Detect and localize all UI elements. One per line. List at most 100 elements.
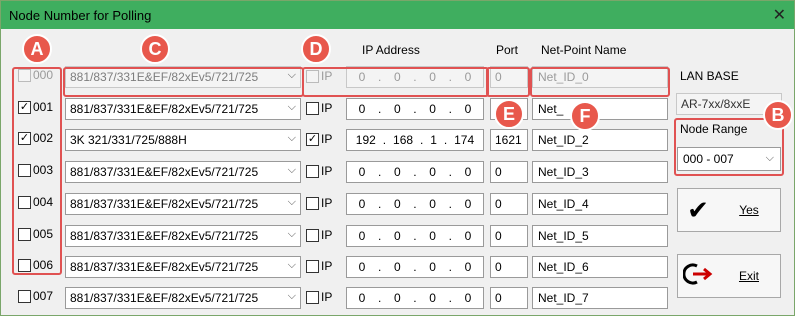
ip-octet-1: 192 bbox=[355, 133, 376, 147]
ip-octet-3: 0 bbox=[429, 197, 436, 211]
checkbox-box[interactable] bbox=[306, 228, 319, 242]
window-title: Node Number for Polling bbox=[9, 7, 152, 23]
ip-octet-1: 0 bbox=[358, 291, 366, 305]
chevron-down-icon: ⌵ bbox=[287, 196, 296, 208]
port-field[interactable]: 0 bbox=[490, 225, 528, 247]
checkbox-box[interactable] bbox=[306, 290, 319, 304]
port-field[interactable]: 0 bbox=[490, 287, 528, 309]
net-point-name-field[interactable]: Net_ID_2 bbox=[532, 129, 668, 151]
exit-icon bbox=[678, 262, 718, 290]
port-field[interactable]: 0 bbox=[490, 193, 528, 215]
exit-button-label: Exit bbox=[738, 269, 759, 283]
callout-e: E bbox=[494, 99, 524, 129]
ip-octet-4: 0 bbox=[464, 102, 472, 116]
ip-address-field[interactable]: 0.0.0.0 bbox=[346, 225, 484, 247]
node-enable-checkbox[interactable]: 007 bbox=[18, 289, 53, 303]
exit-button[interactable]: Exit bbox=[677, 254, 781, 298]
module-type-value: 881/837/331E&EF/82xEv5/721/725 bbox=[70, 165, 259, 179]
title-bar: Node Number for Polling ✕ bbox=[1, 1, 794, 29]
module-type-value: 881/837/331E&EF/82xEv5/721/725 bbox=[70, 229, 259, 243]
checkbox-box[interactable] bbox=[306, 164, 319, 178]
highlight-box-d bbox=[302, 67, 489, 97]
checkbox-box[interactable] bbox=[306, 259, 319, 273]
net-point-name-field[interactable]: Net_ID_6 bbox=[532, 256, 668, 278]
ip-checkbox[interactable]: IP bbox=[306, 290, 332, 304]
net-point-name-field[interactable]: Net_ID_5 bbox=[532, 225, 668, 247]
module-type-select[interactable]: 881/837/331E&EF/82xEv5/721/725 ⌵ bbox=[65, 225, 301, 247]
ip-octet-4: 0 bbox=[464, 229, 472, 243]
ip-address-field[interactable]: 192. 168. 1. 174 bbox=[346, 129, 484, 151]
chevron-down-icon: ⌵ bbox=[287, 101, 296, 113]
highlight-box-e bbox=[486, 67, 530, 97]
chevron-down-icon: ⌵ bbox=[287, 228, 296, 240]
ip-address-field[interactable]: 0.0.0.0 bbox=[346, 193, 484, 215]
module-type-select[interactable]: 881/837/331E&EF/82xEv5/721/725 ⌵ bbox=[65, 161, 301, 183]
net-point-name-field[interactable]: Net_ bbox=[532, 98, 668, 120]
highlight-box-c bbox=[63, 67, 304, 97]
ip-octet-1: 0 bbox=[358, 229, 366, 243]
ip-octet-4: 0 bbox=[464, 291, 472, 305]
port-field[interactable]: 0 bbox=[490, 161, 528, 183]
highlight-box-a bbox=[12, 67, 62, 275]
ip-octet-1: 0 bbox=[358, 197, 366, 211]
ip-octet-1: 0 bbox=[358, 102, 366, 116]
ip-address-field[interactable]: 0.0.0.0 bbox=[346, 287, 484, 309]
ip-octet-1: 0 bbox=[358, 165, 366, 179]
ip-octet-3: 1 bbox=[430, 133, 437, 147]
module-type-select[interactable]: 3K 321/331/725/888H ⌵ bbox=[65, 129, 301, 151]
net-point-name-field[interactable]: Net_ID_3 bbox=[532, 161, 668, 183]
ip-address-field[interactable]: 0.0.0.0 bbox=[346, 256, 484, 278]
ip-checkbox[interactable]: ✓ IP bbox=[306, 132, 332, 146]
ip-octet-3: 0 bbox=[429, 291, 436, 305]
lan-base-label: LAN BASE bbox=[680, 69, 739, 83]
ip-checkbox[interactable]: IP bbox=[306, 196, 332, 210]
ip-octet-2: 0 bbox=[393, 102, 401, 116]
chevron-down-icon: ⌵ bbox=[287, 290, 296, 302]
ip-octet-4: 0 bbox=[464, 197, 472, 211]
close-icon[interactable]: ✕ bbox=[773, 5, 786, 25]
module-type-select[interactable]: 881/837/331E&EF/82xEv5/721/725 ⌵ bbox=[65, 98, 301, 120]
module-type-select[interactable]: 881/837/331E&EF/82xEv5/721/725 ⌵ bbox=[65, 193, 301, 215]
callout-b: B bbox=[763, 100, 793, 130]
node-polling-dialog: Node Number for Polling ✕ IP Address Por… bbox=[0, 0, 795, 316]
ip-address-field[interactable]: 0.0.0.0 bbox=[346, 161, 484, 183]
ip-checkbox-label: IP bbox=[321, 164, 333, 178]
module-type-value: 881/837/331E&EF/82xEv5/721/725 bbox=[70, 197, 259, 211]
ip-checkbox[interactable]: IP bbox=[306, 228, 332, 242]
net-point-name-header: Net-Point Name bbox=[541, 43, 627, 57]
ip-checkbox[interactable]: IP bbox=[306, 259, 332, 273]
ip-address-header: IP Address bbox=[362, 43, 420, 57]
ip-octet-2: 0 bbox=[393, 260, 401, 274]
module-type-value: 881/837/331E&EF/82xEv5/721/725 bbox=[70, 291, 259, 305]
ip-octet-2: 0 bbox=[393, 165, 401, 179]
checkbox-box[interactable] bbox=[18, 289, 31, 303]
checkbox-box[interactable] bbox=[306, 196, 319, 210]
ip-checkbox[interactable]: IP bbox=[306, 164, 332, 178]
highlight-box-f bbox=[530, 67, 670, 97]
yes-button[interactable]: ✔ Yes bbox=[677, 188, 781, 232]
chevron-down-icon: ⌵ bbox=[287, 259, 296, 271]
net-point-name-field[interactable]: Net_ID_7 bbox=[532, 287, 668, 309]
port-field[interactable]: 1621 bbox=[490, 129, 528, 151]
node-row: ✓ 002 3K 321/331/725/888H ⌵ ✓ IP 192. 168. 1. 174… bbox=[1, 128, 676, 152]
net-point-name-field[interactable]: Net_ID_4 bbox=[532, 193, 668, 215]
ip-octet-3: 0 bbox=[429, 229, 436, 243]
checkbox-box[interactable]: ✓ bbox=[306, 132, 319, 146]
checkbox-box[interactable] bbox=[306, 101, 319, 115]
ip-octet-2: 168 bbox=[393, 133, 414, 147]
module-type-value: 3K 321/331/725/888H bbox=[70, 133, 187, 147]
ip-address-field[interactable]: 0.0.0.0 bbox=[346, 98, 484, 120]
highlight-box-b bbox=[674, 118, 784, 176]
ip-checkbox-label: IP bbox=[321, 259, 333, 273]
callout-d: D bbox=[301, 34, 331, 64]
node-row: 006 881/837/331E&EF/82xEv5/721/725 ⌵ IP 0. 0.… bbox=[1, 255, 676, 279]
ip-octet-3: 0 bbox=[429, 102, 436, 116]
ip-octet-4: 0 bbox=[464, 260, 472, 274]
module-type-select[interactable]: 881/837/331E&EF/82xEv5/721/725 ⌵ bbox=[65, 256, 301, 278]
ip-checkbox[interactable]: IP bbox=[306, 101, 332, 115]
module-type-select[interactable]: 881/837/331E&EF/82xEv5/721/725 ⌵ bbox=[65, 287, 301, 309]
ip-octet-4: 174 bbox=[454, 133, 475, 147]
port-field[interactable]: 0 bbox=[490, 256, 528, 278]
ip-octet-2: 0 bbox=[393, 197, 401, 211]
node-row: 007 881/837/331E&EF/82xEv5/721/725 ⌵ IP 0. 0.… bbox=[1, 286, 676, 310]
